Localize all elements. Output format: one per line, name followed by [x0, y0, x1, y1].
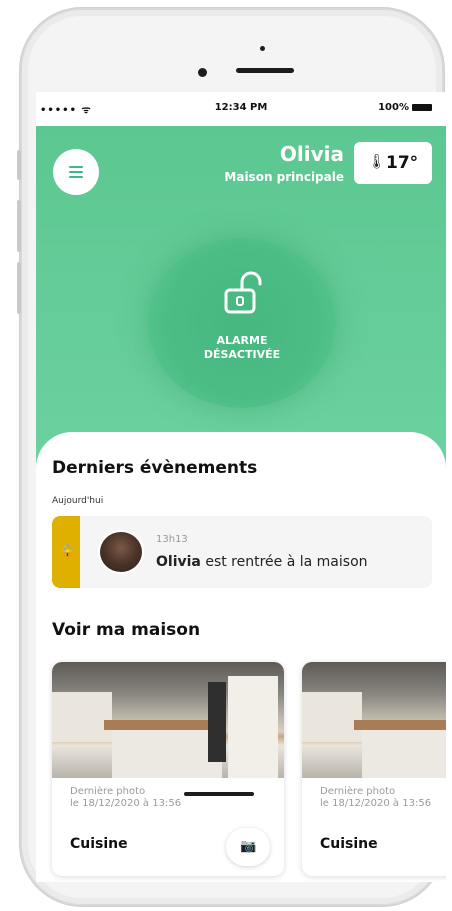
event-user-name: Olivia: [156, 554, 201, 570]
battery-percent: 100%: [378, 102, 409, 113]
thermometer-icon: 🌡: [368, 154, 386, 170]
room-card-kitchen-2[interactable]: Dernière photo le 18/12/2020 à 13:56 Cui…: [302, 662, 446, 876]
house-section-title: Voir ma maison: [52, 620, 201, 640]
hamburger-icon: [69, 166, 83, 168]
event-accent-bar: 🔓: [52, 516, 80, 588]
front-camera: [198, 68, 207, 77]
battery-indicator: 100%: [378, 102, 432, 113]
room-name: Cuisine: [320, 836, 378, 852]
photo-caption: Dernière photo le 18/12/2020 à 13:56: [70, 786, 181, 810]
content-sheet: Derniers évènements Aujourd'hui 🔓 13h13 …: [36, 432, 446, 882]
home-name[interactable]: Maison principale: [224, 170, 344, 184]
photo-caption-line2: le 18/12/2020 à 13:56: [70, 798, 182, 809]
app-screen: ••••• ᯤ 12:34 PM 100% Olivia Maison prin…: [36, 92, 446, 882]
events-section-title: Derniers évènements: [52, 458, 258, 478]
home-indicator: [184, 792, 254, 796]
volume-up-button: [17, 200, 21, 252]
photo-caption-line1: Dernière photo: [70, 786, 146, 797]
unlocked-padlock-icon: [224, 271, 262, 314]
volume-down-button: [17, 262, 21, 314]
alarm-label-line2: DÉSACTIVÉE: [203, 348, 281, 361]
kitchen-photo: [52, 662, 284, 778]
event-description: Olivia est rentrée à la maison: [156, 554, 368, 570]
camera-icon: 📷: [240, 839, 257, 854]
alarm-status-label: ALARME DÉSACTIVÉE: [148, 334, 336, 362]
photo-caption-line2: le 18/12/2020 à 13:56: [320, 798, 432, 809]
event-message: est rentrée à la maison: [200, 554, 368, 570]
kitchen-photo: [302, 662, 446, 778]
room-card-kitchen[interactable]: Dernière photo le 18/12/2020 à 13:56 Cui…: [52, 662, 284, 876]
alarm-label-line1: ALARME: [216, 334, 268, 347]
events-day-label: Aujourd'hui: [52, 496, 104, 506]
proximity-sensor: [260, 46, 265, 51]
battery-icon: [412, 103, 432, 111]
unlock-icon: 🔓: [60, 544, 75, 558]
user-name: Olivia: [279, 142, 344, 166]
temperature-badge[interactable]: 🌡 17°: [354, 142, 432, 184]
event-item[interactable]: 🔓 13h13 Olivia est rentrée à la maison: [52, 516, 432, 588]
take-photo-button[interactable]: 📷: [226, 828, 270, 866]
alarm-toggle-button[interactable]: ALARME DÉSACTIVÉE: [148, 238, 336, 408]
mute-switch: [17, 150, 21, 180]
earpiece-speaker: [236, 68, 294, 73]
room-name: Cuisine: [70, 836, 128, 852]
event-time: 13h13: [156, 534, 188, 545]
avatar: [98, 530, 144, 574]
temperature-value: 17°: [386, 153, 419, 173]
photo-caption: Dernière photo le 18/12/2020 à 13:56: [320, 786, 431, 810]
status-bar: ••••• ᯤ 12:34 PM 100%: [36, 92, 446, 126]
photo-caption-line1: Dernière photo: [320, 786, 396, 797]
menu-button[interactable]: [53, 149, 99, 195]
